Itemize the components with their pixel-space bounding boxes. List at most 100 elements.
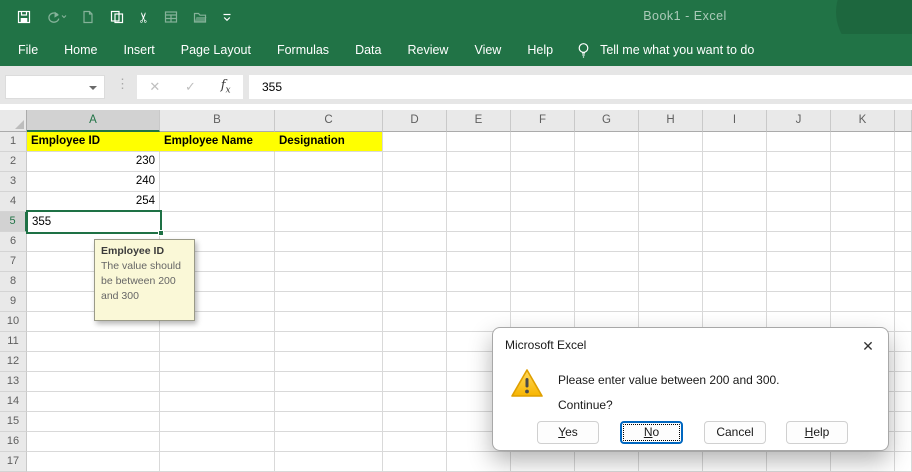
cell-C3[interactable] [275, 172, 383, 192]
cell-I17[interactable] [703, 452, 767, 472]
cell-E7[interactable] [447, 252, 511, 272]
row-header-6[interactable]: 6 [0, 232, 27, 252]
select-all-button[interactable] [0, 110, 27, 132]
cell-K7[interactable] [831, 252, 895, 272]
cell-D3[interactable] [383, 172, 447, 192]
cell-J5[interactable] [767, 212, 831, 232]
cell-D2[interactable] [383, 152, 447, 172]
cell-partial-16[interactable] [895, 432, 912, 452]
cell-D4[interactable] [383, 192, 447, 212]
cell-G3[interactable] [575, 172, 639, 192]
cell-K4[interactable] [831, 192, 895, 212]
tab-formulas[interactable]: Formulas [264, 43, 342, 57]
cell-F7[interactable] [511, 252, 575, 272]
cell-B11[interactable] [160, 332, 275, 352]
tab-file[interactable]: File [5, 43, 51, 57]
column-header-G[interactable]: G [575, 110, 639, 132]
tab-review[interactable]: Review [394, 43, 461, 57]
open-folder-icon[interactable] [192, 9, 208, 25]
cell-partial-2[interactable] [895, 152, 912, 172]
no-button[interactable]: No [620, 421, 683, 444]
cell-E2[interactable] [447, 152, 511, 172]
cell-C1[interactable]: Designation [275, 132, 383, 152]
cell-A3[interactable]: 240 [27, 172, 160, 192]
cell-partial-13[interactable] [895, 372, 912, 392]
cell-D5[interactable] [383, 212, 447, 232]
row-header-10[interactable]: 10 [0, 312, 27, 332]
cell-C7[interactable] [275, 252, 383, 272]
cancel-button[interactable]: Cancel [704, 421, 766, 444]
name-box-dropdown-icon[interactable] [89, 86, 97, 90]
cell-B13[interactable] [160, 372, 275, 392]
cell-K8[interactable] [831, 272, 895, 292]
cell-G2[interactable] [575, 152, 639, 172]
cell-partial-9[interactable] [895, 292, 912, 312]
cell-H4[interactable] [639, 192, 703, 212]
cell-D17[interactable] [383, 452, 447, 472]
tab-page-layout[interactable]: Page Layout [168, 43, 264, 57]
cell-K5[interactable] [831, 212, 895, 232]
cell-J8[interactable] [767, 272, 831, 292]
cell-C10[interactable] [275, 312, 383, 332]
tab-home[interactable]: Home [51, 43, 110, 57]
cell-G4[interactable] [575, 192, 639, 212]
cell-partial-12[interactable] [895, 352, 912, 372]
cell-H5[interactable] [639, 212, 703, 232]
row-header-1[interactable]: 1 [0, 132, 27, 152]
cell-I6[interactable] [703, 232, 767, 252]
cell-E9[interactable] [447, 292, 511, 312]
cell-E3[interactable] [447, 172, 511, 192]
cell-C17[interactable] [275, 452, 383, 472]
cell-J4[interactable] [767, 192, 831, 212]
cell-H9[interactable] [639, 292, 703, 312]
cell-C13[interactable] [275, 372, 383, 392]
name-box[interactable] [5, 75, 105, 99]
grid-view-icon[interactable] [163, 9, 179, 25]
cell-B5[interactable] [160, 212, 275, 232]
cell-D10[interactable] [383, 312, 447, 332]
cell-A13[interactable] [27, 372, 160, 392]
cell-C14[interactable] [275, 392, 383, 412]
column-header-J[interactable]: J [767, 110, 831, 132]
row-header-7[interactable]: 7 [0, 252, 27, 272]
cell-G6[interactable] [575, 232, 639, 252]
cell-D12[interactable] [383, 352, 447, 372]
row-header-12[interactable]: 12 [0, 352, 27, 372]
cell-H7[interactable] [639, 252, 703, 272]
cell-C4[interactable] [275, 192, 383, 212]
cell-I7[interactable] [703, 252, 767, 272]
cell-A11[interactable] [27, 332, 160, 352]
copy-icon[interactable] [109, 9, 125, 25]
cell-D7[interactable] [383, 252, 447, 272]
cell-F1[interactable] [511, 132, 575, 152]
row-header-11[interactable]: 11 [0, 332, 27, 352]
cell-C15[interactable] [275, 412, 383, 432]
cell-I5[interactable] [703, 212, 767, 232]
column-header-A[interactable]: A [27, 110, 160, 132]
cell-A16[interactable] [27, 432, 160, 452]
cell-B1[interactable]: Employee Name [160, 132, 275, 152]
cell-partial-15[interactable] [895, 412, 912, 432]
cell-C2[interactable] [275, 152, 383, 172]
cell-partial-5[interactable] [895, 212, 912, 232]
cell-H8[interactable] [639, 272, 703, 292]
save-icon[interactable] [16, 9, 32, 25]
cell-G7[interactable] [575, 252, 639, 272]
cell-B3[interactable] [160, 172, 275, 192]
cell-I8[interactable] [703, 272, 767, 292]
cell-H6[interactable] [639, 232, 703, 252]
tab-insert[interactable]: Insert [111, 43, 168, 57]
cell-K6[interactable] [831, 232, 895, 252]
formula-input[interactable]: 355 [249, 75, 912, 99]
cell-K2[interactable] [831, 152, 895, 172]
close-icon[interactable]: ✕ [857, 335, 879, 357]
cell-C16[interactable] [275, 432, 383, 452]
fill-handle[interactable] [158, 230, 164, 236]
cell-E4[interactable] [447, 192, 511, 212]
cell-B2[interactable] [160, 152, 275, 172]
cell-E5[interactable] [447, 212, 511, 232]
cell-G1[interactable] [575, 132, 639, 152]
cell-E17[interactable] [447, 452, 511, 472]
cell-H2[interactable] [639, 152, 703, 172]
cell-partial-4[interactable] [895, 192, 912, 212]
